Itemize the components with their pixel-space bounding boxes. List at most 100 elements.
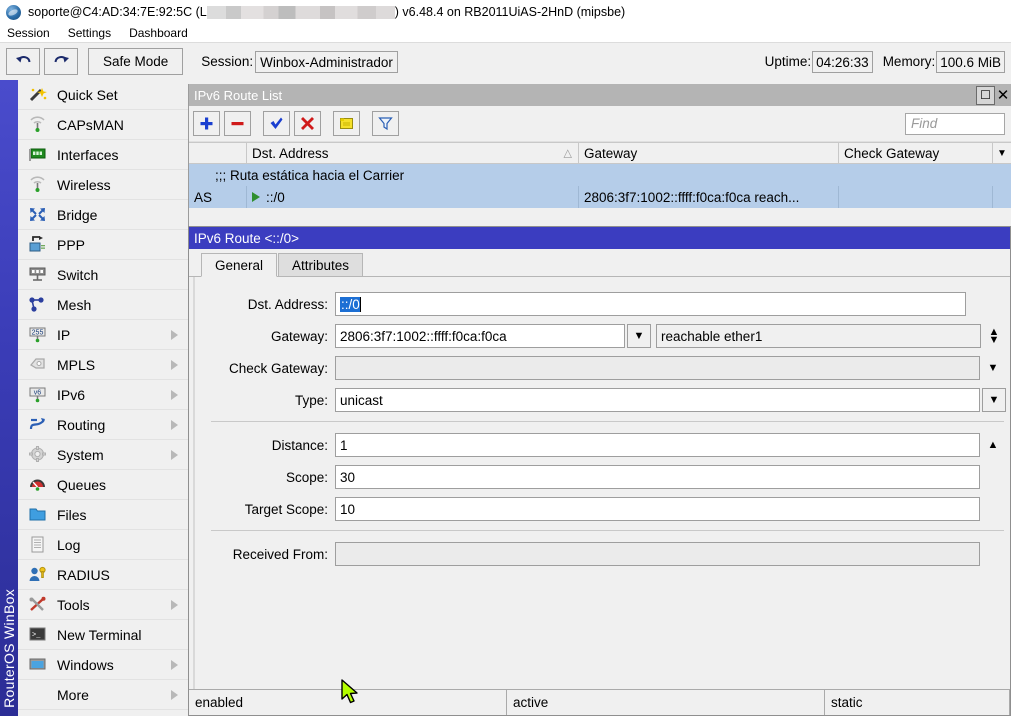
sidebar-item-switch[interactable]: Switch	[18, 260, 188, 290]
sidebar-item-ppp[interactable]: PPP	[18, 230, 188, 260]
check-gateway-dropdown-icon[interactable]: ▼	[980, 356, 1006, 380]
sidebar-item-bridge[interactable]: Bridge	[18, 200, 188, 230]
uptime-label: Uptime:	[765, 54, 812, 69]
row-gateway: 2806:3f7:1002::ffff:f0ca:f0ca reach...	[579, 186, 839, 208]
menu-item-settings[interactable]: Settings	[59, 26, 120, 40]
row-dst-address: ::/0	[247, 186, 579, 208]
sidebar-item-new-terminal[interactable]: >_ New Terminal	[18, 620, 188, 650]
distance-stepper-icon[interactable]: ▲	[980, 433, 1006, 457]
column-header-dst-address[interactable]: Dst. Address △	[247, 143, 579, 163]
sidebar-item-more[interactable]: More	[18, 680, 188, 710]
redacted-address-block	[207, 6, 395, 19]
active-route-icon	[252, 192, 260, 202]
sidebar-item-routing[interactable]: Routing	[18, 410, 188, 440]
sidebar-item-files[interactable]: Files	[18, 500, 188, 530]
add-route-button[interactable]	[193, 111, 220, 136]
check-gateway-input[interactable]	[335, 356, 980, 380]
gateway-input[interactable]: 2806:3f7:1002::ffff:f0ca:f0ca	[335, 324, 625, 348]
gateway-dropdown-button[interactable]: ▼	[627, 324, 651, 348]
sidebar-item-quick-set[interactable]: Quick Set	[18, 80, 188, 110]
filter-button[interactable]	[372, 111, 399, 136]
sidebar-item-ip[interactable]: 255 IP	[18, 320, 188, 350]
row-check-gateway	[839, 186, 993, 208]
scope-label: Scope:	[195, 470, 335, 485]
target-scope-input[interactable]: 10	[335, 497, 980, 521]
dialog-form-body: Dst. Address: ::/0 Gateway: 2806:3f7:100…	[193, 277, 1010, 689]
gateway-add-remove-stepper[interactable]: ▲ ▼	[981, 324, 1007, 348]
undo-arrow-icon[interactable]	[6, 48, 40, 75]
sidebar-item-label: CAPsMAN	[57, 117, 188, 133]
field-row-target-scope: Target Scope: 10	[195, 496, 1010, 522]
sidebar-item-label: Queues	[57, 477, 188, 493]
maximize-icon[interactable]: ☐	[976, 86, 995, 105]
sidebar-item-label: Mesh	[57, 297, 188, 313]
sidebar-item-system[interactable]: System	[18, 440, 188, 470]
sidebar-item-log[interactable]: Log	[18, 530, 188, 560]
uptime-value: 04:26:33	[812, 51, 873, 73]
sidebar-item-label: Log	[57, 537, 188, 553]
queues-gauge-icon	[26, 475, 48, 495]
column-header-label: Dst. Address	[252, 146, 329, 161]
funnel-icon	[378, 116, 393, 131]
chevron-right-icon	[171, 600, 178, 610]
gateway-label: Gateway:	[195, 329, 335, 344]
antenna-icon	[26, 175, 48, 195]
switch-icon	[26, 265, 48, 285]
column-header-gateway[interactable]: Gateway	[579, 143, 839, 163]
column-header-flags[interactable]	[189, 143, 247, 163]
sidebar-item-label: System	[57, 447, 171, 463]
ppp-icon	[26, 235, 48, 255]
sidebar-item-queues[interactable]: Queues	[18, 470, 188, 500]
dialog-title-bar: IPv6 Route <::/0>	[189, 227, 1010, 249]
type-input[interactable]: unicast	[335, 388, 980, 412]
sidebar-item-mesh[interactable]: Mesh	[18, 290, 188, 320]
column-chooser-icon[interactable]: ▼	[993, 143, 1011, 163]
search-input[interactable]: Find	[905, 113, 1005, 135]
redo-arrow-icon[interactable]	[44, 48, 78, 75]
sidebar-item-label: RADIUS	[57, 567, 188, 583]
disable-route-button[interactable]	[294, 111, 321, 136]
menu-item-session[interactable]: Session	[0, 26, 59, 40]
dst-address-input[interactable]: ::/0	[335, 292, 966, 316]
enable-route-button[interactable]	[263, 111, 290, 136]
sidebar-item-capsman[interactable]: CAPsMAN	[18, 110, 188, 140]
field-row-type: Type: unicast ▼	[195, 387, 1010, 413]
sidebar-item-windows[interactable]: Windows	[18, 650, 188, 680]
column-header-check-gateway[interactable]: Check Gateway	[839, 143, 993, 163]
field-row-scope: Scope: 30	[195, 464, 1010, 490]
tab-attributes[interactable]: Attributes	[278, 253, 363, 276]
chevron-right-icon	[171, 690, 178, 700]
table-row[interactable]: AS ::/0 2806:3f7:1002::ffff:f0ca:f0ca re…	[189, 186, 1011, 208]
sidebar-item-label: More	[57, 687, 171, 703]
status-badge-enabled: enabled	[189, 690, 507, 715]
main-toolbar: Safe Mode Session: Winbox-Administrador …	[0, 42, 1011, 80]
distance-input[interactable]: 1	[335, 433, 980, 457]
distance-label: Distance:	[195, 438, 335, 453]
memory-value: 100.6 MiB	[936, 51, 1005, 73]
row-flags: AS	[189, 186, 247, 208]
scope-input[interactable]: 30	[335, 465, 980, 489]
route-list-title-bar: IPv6 Route List ☐ ✕	[189, 84, 1011, 106]
sidebar-item-radius[interactable]: RADIUS	[18, 560, 188, 590]
dialog-status-bar: enabled active static	[189, 689, 1010, 715]
mesh-nodes-icon	[26, 295, 48, 315]
sidebar-item-mpls[interactable]: MPLS	[18, 350, 188, 380]
session-label: Session:	[201, 54, 253, 69]
dst-address-value: ::/0	[340, 297, 360, 312]
sidebar-item-tools[interactable]: Tools	[18, 590, 188, 620]
row-dst-address-value: ::/0	[266, 190, 285, 205]
remove-route-button[interactable]	[224, 111, 251, 136]
sidebar-item-label: Windows	[57, 657, 171, 673]
route-comment-row[interactable]: ;;; Ruta estática hacia el Carrier	[189, 164, 1011, 186]
sidebar-item-interfaces[interactable]: Interfaces	[18, 140, 188, 170]
menu-item-dashboard[interactable]: Dashboard	[120, 26, 197, 40]
session-value[interactable]: Winbox-Administrador	[255, 51, 398, 73]
close-icon[interactable]: ✕	[996, 86, 1010, 105]
type-dropdown-button[interactable]: ▼	[982, 388, 1006, 412]
sidebar-item-wireless[interactable]: Wireless	[18, 170, 188, 200]
safe-mode-button[interactable]: Safe Mode	[88, 48, 183, 75]
tools-icon	[26, 595, 48, 615]
tab-general[interactable]: General	[201, 253, 277, 277]
sidebar-item-ipv6[interactable]: v6 IPv6	[18, 380, 188, 410]
comment-route-button[interactable]	[333, 111, 360, 136]
